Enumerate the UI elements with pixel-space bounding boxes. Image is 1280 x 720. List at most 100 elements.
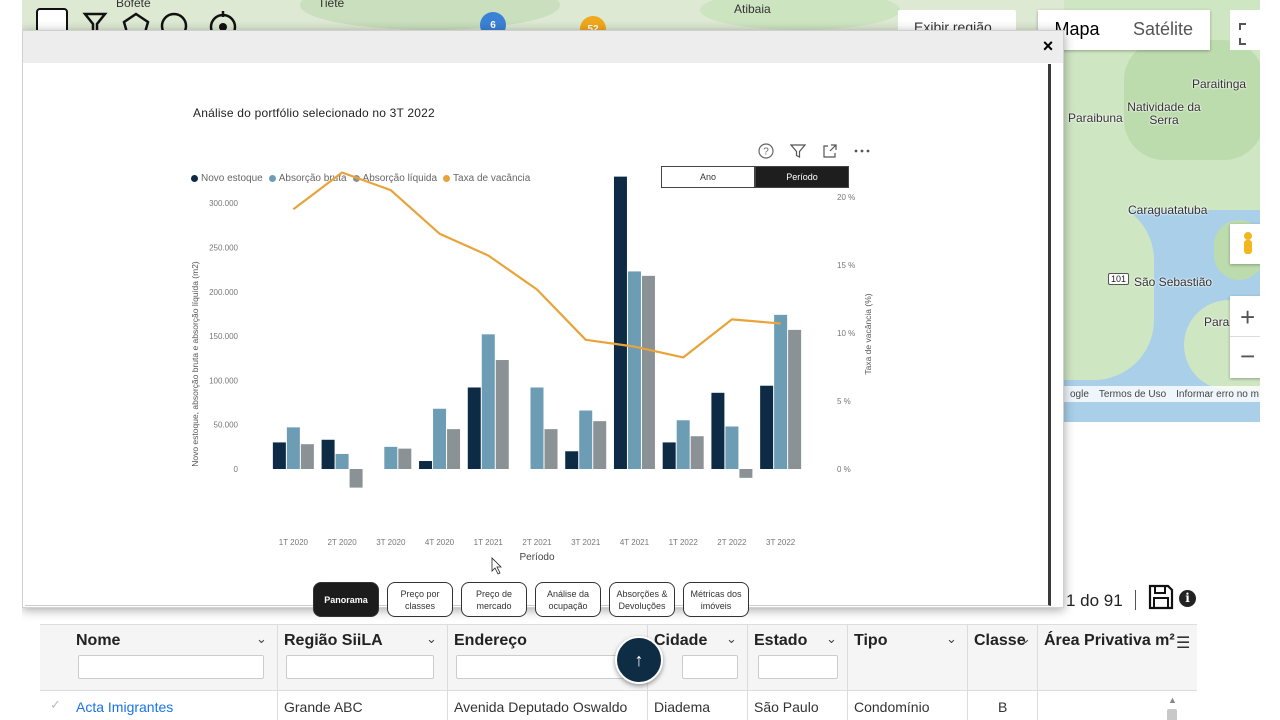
combo-chart[interactable]: 0 50.000 100.000 150.000 200.000 250.000 300.0… — [25, 64, 1051, 606]
map-attribution: ogle — [1070, 388, 1089, 400]
bar-absor-o-l-quida — [544, 429, 558, 469]
close-button[interactable]: × — [1039, 37, 1057, 55]
scrollbar-thumb[interactable] — [1167, 709, 1177, 720]
column-header[interactable]: Nome — [76, 632, 120, 650]
x-tick-label: 3T 2022 — [766, 538, 796, 547]
powerbi-report: Análise do portfólio selecionado no 3T 2… — [25, 64, 1051, 617]
x-tick-label: 3T 2020 — [376, 538, 406, 547]
bar-absor-o-bruta — [627, 271, 641, 469]
filter-input[interactable] — [78, 655, 264, 679]
bar-absor-o-l-quida — [690, 436, 704, 469]
column-header[interactable]: Classe — [974, 632, 1026, 650]
y2-tick-label: 5 % — [837, 397, 851, 406]
save-icon[interactable] — [1148, 584, 1174, 610]
y2-tick-label: 10 % — [837, 329, 855, 338]
x-tick-label: 4T 2021 — [620, 538, 650, 547]
bar-absor-o-l-quida — [788, 329, 802, 469]
bar-novo-estoque — [760, 385, 774, 469]
scroll-up-arrow-icon[interactable]: ▲ — [1168, 695, 1177, 705]
bar-absor-o-bruta — [579, 410, 593, 469]
report-error-link[interactable]: Informar erro no m — [1176, 389, 1259, 400]
filter-input[interactable] — [758, 655, 838, 679]
cell-endereco: Avenida Deputado Oswaldo — [454, 699, 628, 715]
bar-novo-estoque — [272, 442, 286, 469]
map-town-label: Tietê — [318, 0, 345, 10]
bar-novo-estoque — [662, 442, 676, 469]
y2-tick-label: 20 % — [837, 193, 855, 202]
column-tipo: Tipo ⌄ Condomínio — [848, 625, 968, 720]
nav-analise-ocupacao-button[interactable]: Análise da ocupação — [535, 582, 601, 617]
column-regiao: Região SiiLA ⌄ Grande ABC — [278, 625, 448, 720]
nav-panorama-button[interactable]: Panorama — [313, 582, 379, 617]
bar-absor-o-l-quida — [300, 444, 314, 469]
column-header[interactable]: Região SiiLA — [284, 632, 383, 650]
chevron-down-icon[interactable]: ⌄ — [726, 631, 737, 647]
scroll-top-button[interactable]: ↑ — [615, 636, 663, 684]
bar-absor-o-l-quida — [593, 421, 607, 469]
bar-absor-o-l-quida — [349, 469, 363, 488]
bar-novo-estoque — [321, 439, 335, 469]
bar-absor-o-l-quida — [447, 429, 461, 469]
nav-metricas-button[interactable]: Métricas dos imóveis — [683, 582, 749, 617]
map-town-label: Para — [1204, 315, 1230, 329]
pagination-text: 1 do 91 — [1066, 591, 1123, 610]
route-badge: 101 — [1108, 273, 1130, 285]
nav-preco-mercado-button[interactable]: Preço de mercado — [461, 582, 527, 617]
chevron-down-icon[interactable]: ⌄ — [946, 631, 957, 647]
cell-classe: B — [998, 699, 1008, 715]
cell-tipo: Condomínio — [854, 699, 930, 715]
chevron-down-icon[interactable]: ⌄ — [256, 631, 267, 647]
column-header[interactable]: Tipo — [854, 632, 887, 650]
cell-nome[interactable]: Acta Imigrantes — [76, 699, 173, 715]
chevron-down-icon[interactable]: ⌄ — [826, 631, 837, 647]
bar-absor-o-bruta — [725, 426, 739, 469]
info-icon[interactable]: i — [1179, 590, 1196, 607]
x-tick-label: 4T 2020 — [425, 538, 455, 547]
x-tick-label: 1T 2020 — [279, 538, 309, 547]
column-nome: Nome ⌄ Acta Imigrantes — [70, 625, 278, 720]
filter-input[interactable] — [682, 655, 738, 679]
x-tick-label: 2T 2022 — [717, 538, 747, 547]
bar-absor-o-l-quida — [495, 360, 509, 469]
bar-novo-estoque — [565, 451, 579, 469]
bar-absor-o-bruta — [433, 408, 447, 469]
y-tick-label: 50.000 — [214, 421, 239, 430]
row-checkbox[interactable]: ✓ — [50, 697, 61, 713]
nav-absorcoes-button[interactable]: Absorções & Devoluções — [609, 582, 675, 617]
map-town-label: Atibaia — [734, 2, 771, 16]
map-type-satellite-button[interactable]: Satélite — [1116, 10, 1210, 50]
chevron-down-icon[interactable]: ⌄ — [1020, 631, 1031, 647]
y-tick-label: 0 — [234, 465, 239, 474]
y-tick-label: 300.000 — [209, 199, 238, 208]
x-tick-label: 2T 2021 — [522, 538, 552, 547]
right-margin — [1260, 0, 1280, 720]
y-tick-label: 100.000 — [209, 376, 238, 385]
filter-input[interactable] — [456, 655, 636, 679]
terms-link[interactable]: Termos de Uso — [1099, 389, 1166, 400]
bar-novo-estoque — [419, 461, 433, 469]
bar-absor-o-bruta — [335, 453, 349, 469]
filter-input[interactable] — [286, 655, 434, 679]
left-margin — [0, 0, 22, 720]
map-town-label: Natividade da Serra — [1127, 100, 1201, 127]
bar-novo-estoque — [467, 387, 481, 469]
modal-header — [23, 31, 1063, 63]
x-tick-label: 2T 2020 — [327, 538, 357, 547]
y2-tick-label: 15 % — [837, 261, 855, 270]
y2-tick-label: 0 % — [837, 465, 851, 474]
mouse-cursor-icon — [491, 557, 502, 575]
y2-axis-title: Taxa de vacância (%) — [863, 293, 873, 374]
y-tick-label: 200.000 — [209, 288, 238, 297]
nav-preco-classes-button[interactable]: Preço por classes — [387, 582, 453, 617]
column-header[interactable]: Endereço — [454, 632, 527, 650]
bar-absor-o-bruta — [384, 446, 398, 469]
column-header[interactable]: Área Privativa m² — [1044, 632, 1175, 650]
y-tick-label: 250.000 — [209, 244, 238, 253]
y-tick-label: 150.000 — [209, 332, 238, 341]
bar-absor-o-bruta — [530, 387, 544, 469]
column-menu-icon[interactable]: ☰ — [1176, 633, 1190, 653]
chevron-down-icon[interactable]: ⌄ — [426, 631, 437, 647]
column-header[interactable]: Estado — [754, 632, 807, 650]
cell-cidade: Diadema — [654, 699, 711, 715]
column-header[interactable]: Cidade — [654, 632, 707, 650]
